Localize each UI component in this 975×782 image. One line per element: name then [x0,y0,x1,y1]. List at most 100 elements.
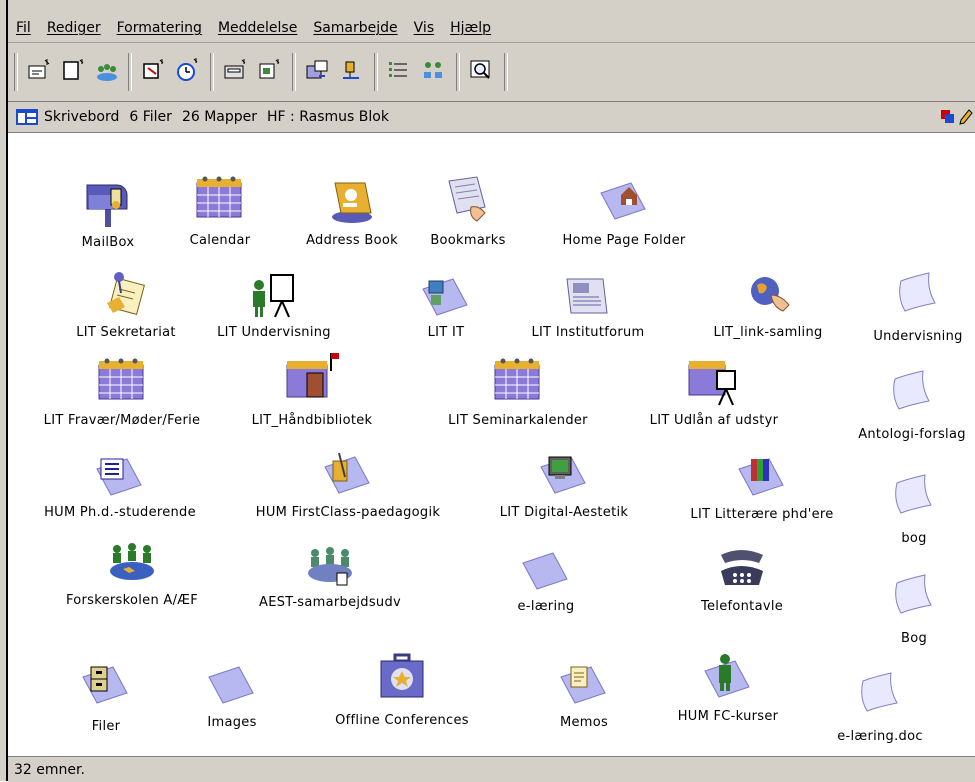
icon-label: AEST-samarbejdsudv [259,595,401,610]
calendar-door-icon [286,353,339,398]
menu-file[interactable]: Fil [8,20,39,36]
lit-link-samling-item[interactable]: LIT_link-samling [713,269,822,340]
group-folder-icon [308,547,352,586]
calendar-item[interactable]: Calendar [190,173,250,248]
forskerskolen-item[interactable]: Forskerskolen A/ÆF [66,537,198,608]
menu-collaborate[interactable]: Samarbejde [305,20,405,36]
memos-item[interactable]: Memos [554,657,614,730]
globe-hand-icon [751,277,790,312]
location-name: Skrivebord [44,109,120,125]
menu-bar: Fil Rediger Formatering Meddelelse Samar… [8,14,975,43]
antologi-forslag-item[interactable]: Antologi-forslag [858,365,965,442]
address-book-item[interactable]: Address Book [306,173,398,248]
bookmarks-icon [448,176,486,222]
icon-label: HUM Ph.d.-studerende [44,505,196,520]
document-icon [895,474,932,514]
images-item[interactable]: Images [202,657,262,730]
folder-books-icon [738,458,784,496]
menu-view[interactable]: Vis [406,20,442,36]
icon-label: LIT Udlån af udstyr [649,413,779,428]
lit-digital-aestetik-item[interactable]: LIT Digital-Aestetik [500,447,628,520]
icon-label: LIT Institutforum [531,325,645,340]
toolbar-separator [504,53,508,91]
calendar-icon [494,358,540,400]
icon-label: HUM FirstClass-paedagogik [255,505,441,520]
lit-seminarkalender-item[interactable]: LIT Seminarkalender [448,355,588,428]
home-page-folder-item[interactable]: Home Page Folder [562,173,685,248]
e-laering-folder-item[interactable]: e-læring [516,543,576,614]
lit-udlaan-item[interactable]: LIT Udlån af udstyr [650,355,778,428]
icon-label: HUM FC-kurser [677,709,779,724]
toolbar-separator [292,53,296,91]
icon-label: LIT Sekretariat [76,325,176,340]
bog-item[interactable]: bog [884,469,944,546]
hum-fc-kurser-item[interactable]: HUM FC-kurser [678,651,778,724]
window-restore-icon[interactable] [941,110,955,124]
menu-format[interactable]: Formatering [109,20,210,36]
new-message-icon[interactable] [22,53,56,87]
title-strip [8,0,975,14]
folder-icon [422,278,468,316]
home-folder-icon [600,182,646,220]
directory-list-icon[interactable] [382,53,416,87]
location-bar: Skrivebord 6 Filer 26 Mapper HF : Rasmus… [8,102,975,133]
menu-edit[interactable]: Rediger [39,20,109,36]
status-bar: 32 emner. [8,756,975,782]
icon-label: Offline Conferences [335,713,469,728]
search-icon[interactable] [464,53,498,87]
folder-monitor-icon [540,456,586,494]
filer-item[interactable]: Filer [76,657,136,734]
pencil-icon[interactable] [959,109,973,125]
directory-people-icon[interactable] [416,53,450,87]
icon-label: LIT Litterære phd'ere [690,507,834,522]
new-form-icon[interactable] [218,53,252,87]
conference-icon [107,272,145,315]
calendar-icon [196,176,242,218]
lit-litteraere-item[interactable]: LIT Litterære phd'ere [690,449,833,522]
icon-label: Antologi-forslag [858,427,966,442]
lit-fravaer-item[interactable]: LIT Fravær/Møder/Ferie [44,355,200,428]
folder-icon [208,666,254,704]
lit-undervisning-item[interactable]: LIT Undervisning [217,269,331,340]
hum-phd-item[interactable]: HUM Ph.d.-studerende [44,449,196,520]
new-conference-icon[interactable] [90,53,124,87]
icon-label: e-læring [517,599,575,614]
mailbox-item[interactable]: MailBox [78,175,138,250]
new-task-icon[interactable] [136,53,170,87]
icon-label: LIT Fravær/Møder/Ferie [43,413,201,428]
new-event-icon[interactable] [170,53,204,87]
document-icon [893,370,930,410]
aest-samarbejdsudv-item[interactable]: AEST-samarbejdsudv [259,539,401,610]
toolbar-separator [374,53,378,91]
toolbar-separator [456,53,460,91]
desktop-icon [16,109,38,125]
new-folder-sheet-icon[interactable] [252,53,286,87]
bog-cap-item[interactable]: Bog [884,569,944,646]
icon-label: bog [901,531,927,546]
bookmarks-item[interactable]: Bookmarks [430,173,505,248]
lit-sekretariat-item[interactable]: LIT Sekretariat [76,269,175,340]
user-name: HF : Rasmus Blok [267,109,389,125]
group-icon [110,543,154,580]
hum-firstclass-item[interactable]: HUM FirstClass-paedagogik [256,447,440,520]
person-folder-icon [704,654,750,698]
window-left-border [0,0,8,781]
menu-message[interactable]: Meddelelse [210,20,305,36]
e-laering-doc-item[interactable]: e-læring.doc [837,667,923,744]
lit-it-item[interactable]: LIT IT [416,269,476,340]
document-icon [895,574,932,614]
undervisning-item[interactable]: Undervisning [873,267,962,344]
document-icon [861,672,898,712]
file-count: 6 Filer [129,109,172,125]
offline-conferences-item[interactable]: Offline Conferences [335,651,469,728]
new-document-icon[interactable] [56,53,90,87]
desktop-area: MailBox Calendar Address Book Bookmarks … [8,133,975,755]
mailbox-icon [86,184,128,227]
telefontavle-item[interactable]: Telefontavle [701,541,783,614]
lit-institutforum-item[interactable]: LIT Institutforum [531,269,644,340]
who-is-online-icon[interactable] [334,53,368,87]
memo-folder-icon [560,666,606,704]
lit-haandbibliotek-item[interactable]: LIT_Håndbibliotek [252,351,372,428]
menu-help[interactable]: Hjælp [442,20,499,36]
send-receive-icon[interactable] [300,53,334,87]
